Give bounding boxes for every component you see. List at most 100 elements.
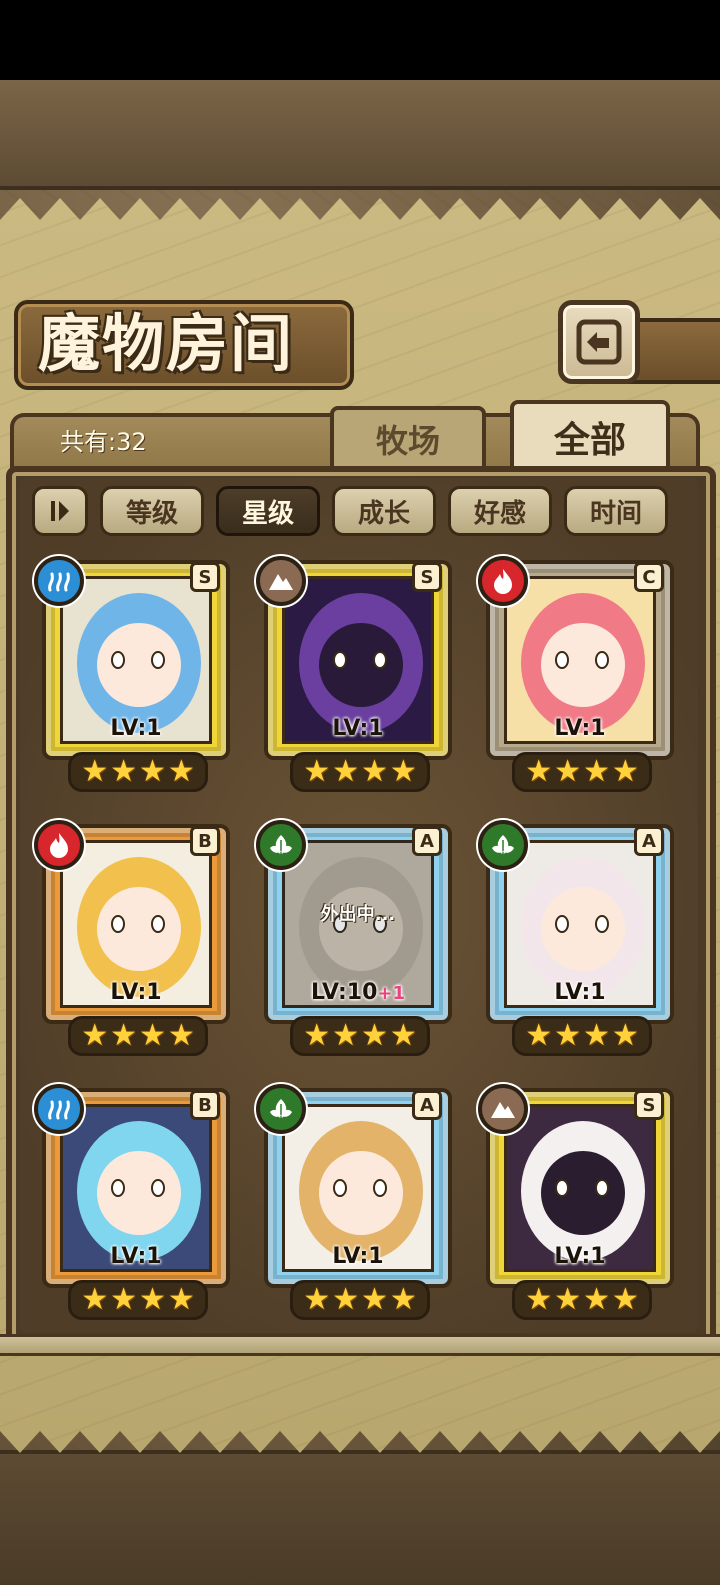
monster-card[interactable]: LV:1 S ★ ★ ★ ★ <box>478 1084 674 1324</box>
monster-card[interactable]: 外出中... LV:10+1 A ★ ★ ★ ★ <box>256 820 452 1060</box>
portrait-eye <box>595 1179 609 1197</box>
level-bonus: +1 <box>377 983 406 1004</box>
monster-level: LV:1 <box>60 980 212 1010</box>
portrait-eye <box>151 1179 165 1197</box>
earth-element-icon <box>256 556 306 606</box>
rank-badge: A <box>412 826 442 856</box>
monster-card[interactable]: LV:1 A ★ ★ ★ ★ <box>478 820 674 1060</box>
water-element-icon <box>34 1084 84 1134</box>
tab-all[interactable]: 全部 <box>510 400 670 474</box>
monster-card[interactable]: LV:1 C ★ ★ ★ ★ <box>478 556 674 796</box>
star-rating: ★ ★ ★ ★ <box>68 1280 208 1320</box>
rank-badge: A <box>412 1090 442 1120</box>
star-icon: ★ <box>81 1282 109 1317</box>
star-icon: ★ <box>332 1018 359 1053</box>
level-value: LV:1 <box>554 980 606 1005</box>
portrait-eye <box>555 651 569 669</box>
star-icon: ★ <box>110 1018 137 1053</box>
star-icon: ★ <box>583 1282 610 1317</box>
portrait-eye <box>333 651 347 669</box>
monster-level: LV:1 <box>504 1244 656 1274</box>
rank-badge: B <box>190 826 220 856</box>
portrait-face <box>541 1151 625 1235</box>
portrait-eye <box>373 651 387 669</box>
monster-count: 共有:32 <box>60 428 147 456</box>
star-icon: ★ <box>611 1018 639 1053</box>
tab-ranch[interactable]: 牧场 <box>330 406 486 472</box>
star-icon: ★ <box>303 754 331 789</box>
star-rating: ★ ★ ★ ★ <box>512 1016 652 1056</box>
level-value: LV:1 <box>110 1244 162 1269</box>
portrait-eye <box>595 651 609 669</box>
filter-growth[interactable]: 成长 <box>332 486 436 536</box>
star-icon: ★ <box>81 1018 109 1053</box>
star-icon: ★ <box>611 1282 639 1317</box>
star-icon: ★ <box>81 754 109 789</box>
rank-badge: S <box>190 562 220 592</box>
star-icon: ★ <box>110 1282 137 1317</box>
monster-level: LV:1 <box>60 716 212 746</box>
portrait-face <box>541 623 625 707</box>
portrait-face <box>97 623 181 707</box>
wood-element-icon <box>256 1084 306 1134</box>
monster-card[interactable]: LV:1 B ★ ★ ★ ★ <box>34 820 230 1060</box>
star-rating: ★ ★ ★ ★ <box>290 1016 430 1056</box>
filter-stars[interactable]: 星级 <box>216 486 320 536</box>
star-icon: ★ <box>361 1282 388 1317</box>
portrait-face <box>319 1151 403 1235</box>
monster-card[interactable]: LV:1 B ★ ★ ★ ★ <box>34 1084 230 1324</box>
bottom-map-band <box>0 1450 720 1585</box>
star-rating: ★ ★ ★ ★ <box>68 752 208 792</box>
rank-badge: A <box>634 826 664 856</box>
sort-toggle-icon <box>51 501 69 521</box>
portrait-face <box>319 623 403 707</box>
fire-element-icon <box>34 820 84 870</box>
star-rating: ★ ★ ★ ★ <box>512 752 652 792</box>
portrait-eye <box>333 1179 347 1197</box>
star-icon: ★ <box>554 754 581 789</box>
wood-element-icon <box>478 820 528 870</box>
level-value: LV:1 <box>110 980 162 1005</box>
monster-card[interactable]: LV:1 S ★ ★ ★ ★ <box>256 556 452 796</box>
portrait-eye <box>111 915 125 933</box>
fire-element-icon <box>478 556 528 606</box>
monster-level: LV:1 <box>504 716 656 746</box>
earth-element-icon <box>478 1084 528 1134</box>
star-rating: ★ ★ ★ ★ <box>290 1280 430 1320</box>
star-icon: ★ <box>389 1282 417 1317</box>
star-icon: ★ <box>554 1282 581 1317</box>
level-value: LV:10 <box>310 980 378 1005</box>
rank-badge: S <box>412 562 442 592</box>
star-icon: ★ <box>583 1018 610 1053</box>
star-icon: ★ <box>167 754 195 789</box>
filter-affection[interactable]: 好感 <box>448 486 552 536</box>
monster-level: LV:1 <box>60 1244 212 1274</box>
star-rating: ★ ★ ★ ★ <box>290 752 430 792</box>
star-icon: ★ <box>611 754 639 789</box>
star-icon: ★ <box>554 1018 581 1053</box>
status-bar <box>0 0 720 80</box>
level-value: LV:1 <box>554 716 606 741</box>
portrait-eye <box>555 1179 569 1197</box>
back-button[interactable] <box>558 300 640 384</box>
star-icon: ★ <box>332 1282 359 1317</box>
star-rating: ★ ★ ★ ★ <box>512 1280 652 1320</box>
monster-level: LV:1 <box>282 1244 434 1274</box>
star-icon: ★ <box>303 1018 331 1053</box>
portrait-eye <box>111 1179 125 1197</box>
sort-order-toggle[interactable] <box>32 486 88 536</box>
star-icon: ★ <box>361 1018 388 1053</box>
filter-level[interactable]: 等级 <box>100 486 204 536</box>
water-element-icon <box>34 556 84 606</box>
back-arrow-icon <box>576 319 622 365</box>
portrait-eye <box>555 915 569 933</box>
monster-level: LV:10+1 <box>282 980 434 1010</box>
monster-card[interactable]: LV:1 A ★ ★ ★ ★ <box>256 1084 452 1324</box>
portrait-eye <box>151 915 165 933</box>
star-rating: ★ ★ ★ ★ <box>68 1016 208 1056</box>
star-icon: ★ <box>139 1282 166 1317</box>
filter-time[interactable]: 时间 <box>564 486 668 536</box>
bottom-rail <box>0 1334 720 1356</box>
monster-card[interactable]: LV:1 S ★ ★ ★ ★ <box>34 556 230 796</box>
star-icon: ★ <box>525 754 553 789</box>
